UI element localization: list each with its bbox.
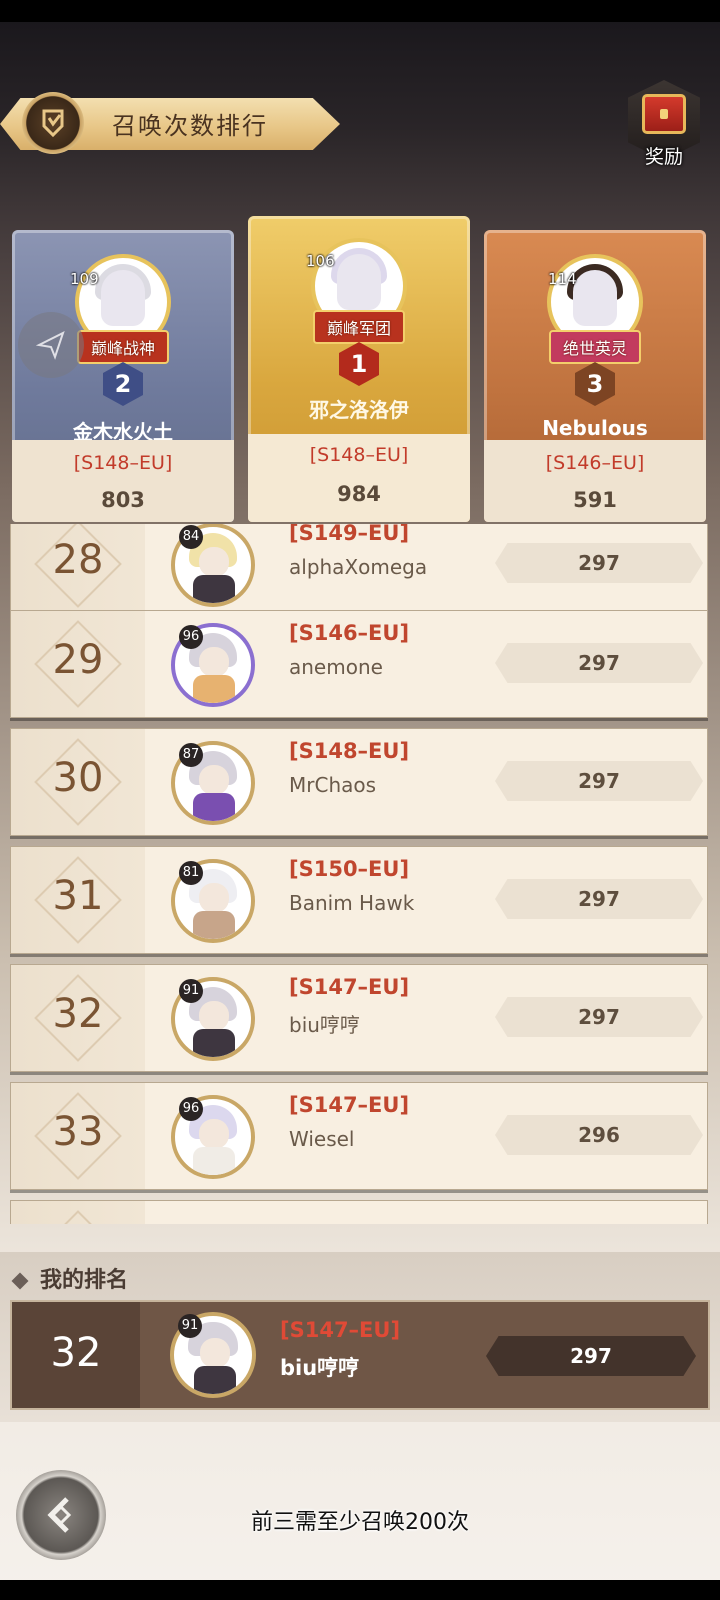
title-banner: 召唤次数排行: [0, 92, 345, 154]
ranking-list[interactable]: 28 84 [S149–EU] alphaXomega 297 29 96 [S…: [0, 524, 720, 1224]
player-score: 297: [495, 879, 703, 919]
table-row-partial[interactable]: [10, 1200, 708, 1224]
reward-label: 奖励: [644, 146, 683, 168]
player-name: MrChaos: [289, 773, 377, 797]
rank-medal: 3: [575, 362, 615, 406]
podium-card: 114 绝世英灵 3 Nebulous [S146–EU] 591: [484, 230, 706, 522]
side-action-button[interactable]: [18, 312, 84, 378]
player-score: 591: [573, 488, 617, 512]
reward-button[interactable]: 奖励: [624, 80, 706, 172]
page-title: 召唤次数排行: [112, 112, 268, 140]
paper-plane-icon: [35, 331, 65, 360]
title-badge: 巅峰军团: [312, 310, 406, 344]
rank-number: 29: [52, 637, 104, 683]
table-row[interactable]: 32 91 [S147–EU] biu哼哼 297: [10, 964, 708, 1072]
player-name: biu哼哼: [289, 1013, 360, 1037]
status-bar: [0, 0, 720, 22]
level-badge: 106: [306, 252, 335, 270]
table-row[interactable]: 30 87 [S148–EU] MrChaos 297: [10, 728, 708, 836]
player-score: 297: [495, 997, 703, 1037]
level-badge: 87: [179, 743, 203, 767]
player-name: 邪之洛洛伊: [309, 398, 409, 422]
player-server: [S147–EU]: [289, 1093, 410, 1117]
diamond-bullet-icon: [11, 1272, 29, 1290]
player-server: [S148–EU]: [73, 452, 173, 474]
my-rank-section: 我的排名 32 91 [S147–EU] biu哼哼 297: [0, 1252, 720, 1422]
table-row[interactable]: 33 96 [S147–EU] Wiesel 296: [10, 1082, 708, 1190]
rank-number: 30: [52, 755, 104, 801]
player-score: 296: [495, 1115, 703, 1155]
player-name: Banim Hawk: [289, 891, 415, 915]
player-name: biu哼哼: [280, 1356, 360, 1380]
player-score: 297: [495, 543, 703, 583]
player-name: Wiesel: [289, 1127, 355, 1151]
podium-card: 106 巅峰军团 1 邪之洛洛伊 [S148–EU] 984: [248, 216, 470, 522]
table-row[interactable]: 29 96 [S146–EU] anemone 297: [10, 610, 708, 718]
player-score: 297: [495, 761, 703, 801]
rank-number: 33: [52, 1109, 104, 1155]
player-server: [S147–EU]: [289, 975, 410, 999]
rank-number: 31: [52, 873, 104, 919]
rank-number: 32: [50, 1330, 102, 1376]
level-badge: 84: [179, 525, 203, 549]
player-name: anemone: [289, 655, 383, 679]
level-badge: 114: [548, 270, 577, 288]
rank-medal: 2: [103, 362, 143, 406]
player-name: alphaXomega: [289, 555, 428, 579]
player-server: [S148–EU]: [289, 739, 410, 763]
podium-third[interactable]: 114 绝世英灵 3 Nebulous [S146–EU] 591: [484, 210, 706, 522]
player-server: [S147–EU]: [280, 1318, 401, 1342]
level-badge: 81: [179, 861, 203, 885]
level-badge: 91: [179, 979, 203, 1003]
player-server: [S146–EU]: [545, 452, 645, 474]
podium-first[interactable]: 106 巅峰军团 1 邪之洛洛伊 [S148–EU] 984: [248, 210, 470, 522]
player-score: 297: [486, 1336, 696, 1376]
level-badge: 96: [179, 1097, 203, 1121]
ranking-emblem-icon: [22, 92, 84, 154]
player-score: 803: [101, 488, 145, 512]
player-name: Nebulous: [542, 416, 648, 440]
title-badge: 巅峰战神: [76, 330, 170, 364]
my-rank-row[interactable]: 32 91 [S147–EU] biu哼哼 297: [10, 1300, 710, 1410]
navigation-bar: [0, 1580, 720, 1600]
subtitle-text: 前三需至少召唤200次: [251, 1510, 469, 1535]
rank-medal: 1: [339, 342, 379, 386]
player-server: [S150–EU]: [289, 857, 410, 881]
player-server: [S146–EU]: [289, 621, 410, 645]
player-server: [S148–EU]: [309, 444, 409, 466]
player-score: 984: [337, 482, 381, 506]
player-score: 297: [495, 643, 703, 683]
title-badge: 绝世英灵: [548, 330, 642, 364]
table-row[interactable]: 28 84 [S149–EU] alphaXomega 297: [10, 524, 708, 618]
table-row[interactable]: 31 81 [S150–EU] Banim Hawk 297: [10, 846, 708, 954]
level-badge: 91: [178, 1314, 202, 1338]
level-badge: 96: [179, 625, 203, 649]
level-badge: 109: [70, 270, 99, 288]
player-server: [S149–EU]: [289, 524, 410, 545]
chest-icon: [642, 94, 686, 134]
rank-number: 32: [52, 991, 104, 1037]
rank-number: 28: [52, 537, 104, 583]
my-rank-header: 我的排名: [11, 1262, 128, 1294]
